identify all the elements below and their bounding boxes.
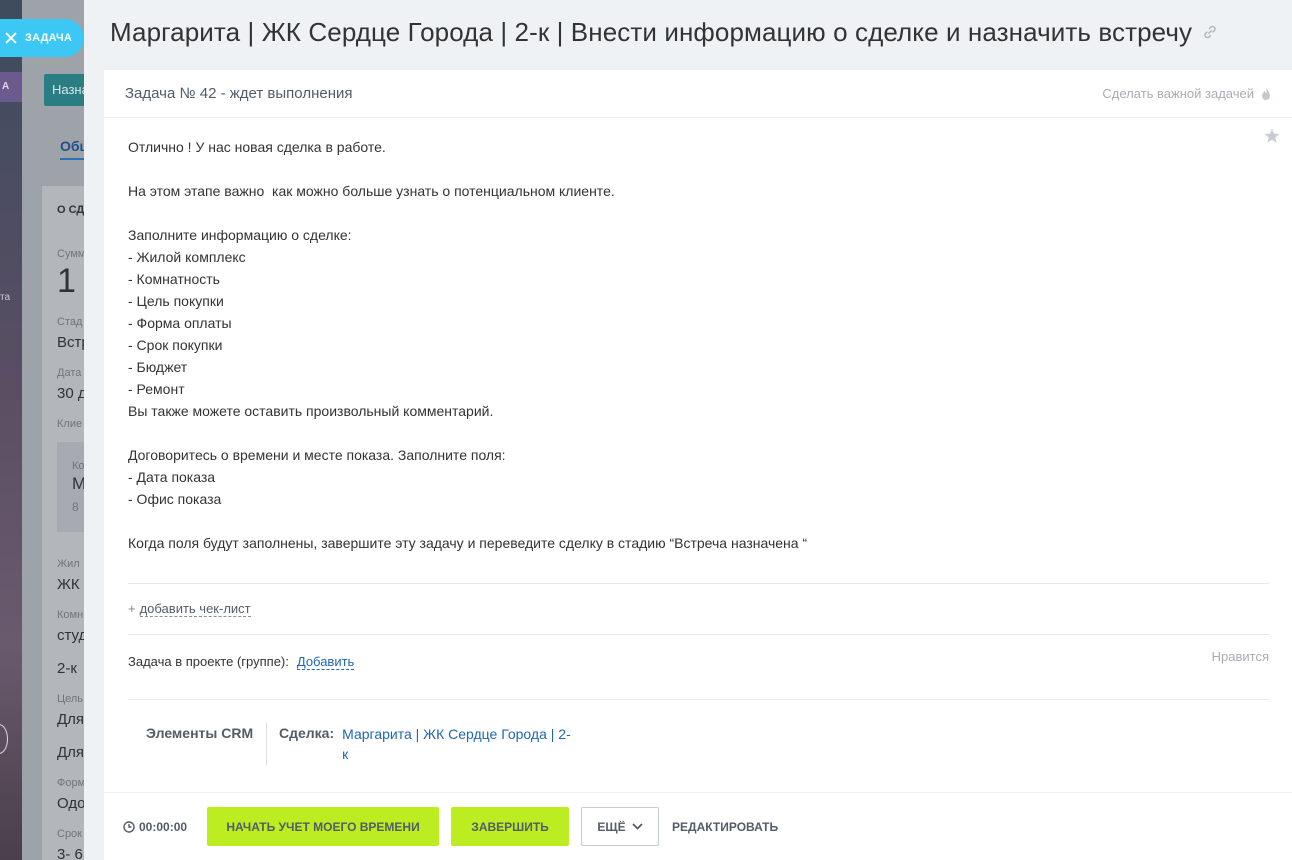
like-button[interactable]: Нравится [1212,649,1269,664]
background-field-label: Комн [57,609,84,621]
project-row: Задача в проекте (группе): Добавить [128,654,355,670]
background-field-value: студ [57,627,88,644]
background-field-label: Сумм [57,248,86,260]
description-line: Заполните информацию о сделке: [128,227,352,243]
background-tag: А [0,72,22,102]
description-line: На этом этапе важно как можно больше узн… [128,183,615,199]
chevron-down-icon [632,823,643,830]
background-field-value: 30 д [57,385,87,402]
background-field-label: Стад [57,316,83,328]
divider [128,583,1269,584]
divider [128,634,1269,635]
crm-deal-link[interactable]: Маргарита | ЖК Сердце Города | 2-к [342,722,574,766]
task-footer: 00:00:00 НАЧАТЬ УЧЕТ МОЕГО ВРЕМЕНИ ЗАВЕР… [104,792,1292,860]
background-field-label: Цель [57,693,84,705]
project-label: Задача в проекте (группе): [128,654,289,669]
background-field-label: Жил [57,558,80,570]
task-pill-label: ЗАДАЧА [25,32,73,44]
description-line: - Дата показа [128,469,216,485]
checklist-row: + добавить чек-лист [128,601,251,617]
background-field-value: Одо [57,795,86,812]
task-description: Отлично ! У нас новая сделка в работе. Н… [128,136,1228,554]
title-row: Маргарита | ЖК Сердце Города | 2-к | Вне… [110,14,1218,50]
description-line: - Жилой комплекс [128,249,246,265]
divider [128,699,1269,700]
description-line [128,158,1228,180]
task-card-header: Задача № 42 - ждет выполнения Сделать ва… [104,70,1292,118]
description-line: - Срок покупки [128,337,223,353]
description-line: - Цель покупки [128,293,224,309]
crm-elements: Элементы CRM Сделка: Маргарита | ЖК Серд… [146,722,574,766]
background-sum-value: 1 [57,262,76,300]
star-icon[interactable] [1264,128,1280,144]
background-field-label: Срок [57,828,82,840]
background-side-text: та [0,292,11,303]
copy-link-icon[interactable] [1202,24,1218,40]
background-field-label: Клие [57,418,83,430]
background-field-value: Для [57,744,85,761]
background-field-value: 3- 6 [57,846,83,860]
crm-separator [266,722,267,766]
description-line: Договоритесь о времени и месте показа. З… [128,447,506,463]
start-time-tracking-button[interactable]: НАЧАТЬ УЧЕТ МОЕГО ВРЕМЕНИ [207,807,440,846]
description-line: - Офис показа [128,491,222,507]
edit-task-button[interactable]: РЕДАКТИРОВАТЬ [672,820,778,834]
description-line: - Ремонт [128,381,185,397]
make-important-label: Сделать важной задачей [1102,86,1254,101]
background-field-value: 2-к [57,660,77,677]
background-field-label: Форм [57,777,86,789]
description-line: - Форма оплаты [128,315,232,331]
close-task-slider-button[interactable]: ЗАДАЧА [0,19,84,57]
task-status: Задача № 42 - ждет выполнения [125,85,353,102]
close-icon [4,31,18,45]
background-contact-label: Ко [72,460,85,472]
description-line: - Комнатность [128,271,220,287]
make-important-button[interactable]: Сделать важной задачей [1102,86,1272,102]
description-line: Отлично ! У нас новая сделка в работе. [128,139,386,155]
crm-title: Элементы CRM [146,725,254,741]
flame-icon [1262,86,1270,100]
page-title: Маргарита | ЖК Сердце Города | 2-к | Вне… [110,16,1193,47]
description-line [128,202,1228,224]
description-line [128,510,1228,532]
clock-icon [123,820,135,833]
checklist-plus: + [128,601,136,616]
description-line: - Бюджет [128,359,188,375]
more-label: ЕЩЁ [597,819,626,834]
timer-value: 00:00:00 [139,819,188,834]
finish-task-button[interactable]: ЗАВЕРШИТЬ [451,807,570,846]
background-field-value: Для [57,711,85,728]
description-line: Вы также можете оставить произвольный ко… [128,403,494,419]
task-card: Задача № 42 - ждет выполнения Сделать ва… [104,70,1292,860]
background-field-label: Дата [57,367,82,379]
description-line: Когда поля будут заполнены, завершите эт… [128,535,808,551]
add-checklist-link[interactable]: добавить чек-лист [139,601,251,617]
more-button[interactable]: ЕЩЁ [581,807,660,846]
description-line [128,422,1228,444]
timer: 00:00:00 [123,820,187,834]
background-field-value: ЖК [57,576,80,593]
background-contact-phone: 8 [72,500,79,514]
background-section-header: О СД [57,204,85,216]
add-project-link[interactable]: Добавить [296,654,355,670]
task-slider-panel: Маргарита | ЖК Сердце Города | 2-к | Вне… [84,0,1292,860]
crm-deal-key: Сделка: [279,725,335,741]
